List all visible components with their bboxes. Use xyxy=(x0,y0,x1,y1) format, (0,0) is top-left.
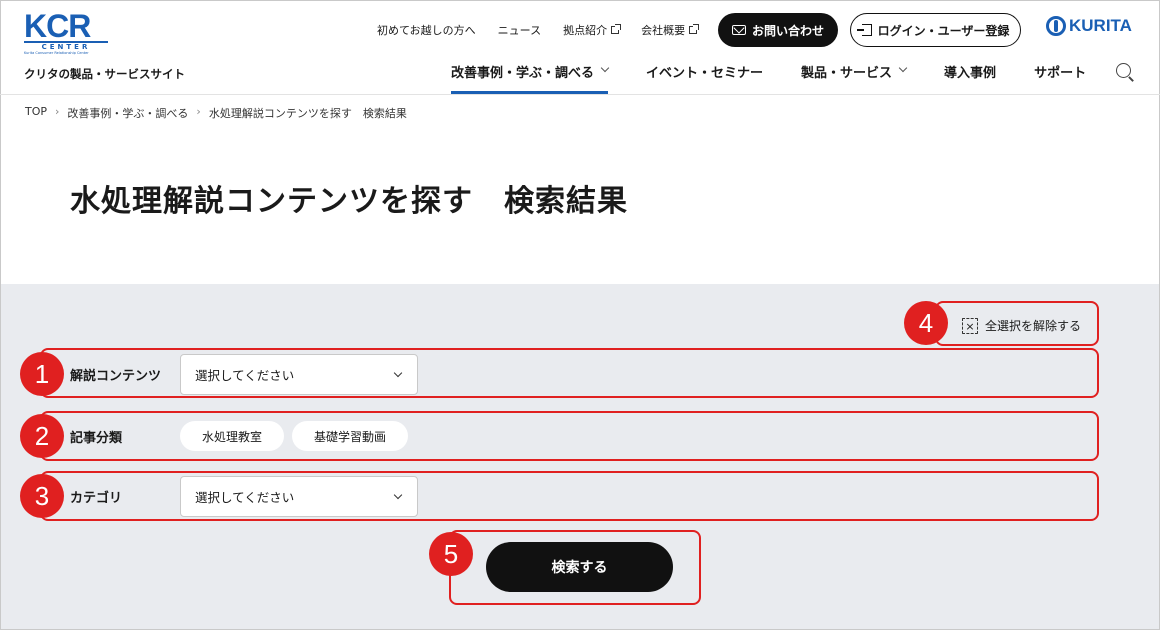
utility-nav: 初めてお越しの方へ ニュース 拠点紹介 会社概要 xyxy=(377,22,719,38)
highlight-box-5 xyxy=(449,530,701,605)
nav-item-label: 改善事例・学ぶ・調べる xyxy=(451,66,595,81)
nav-item-label: サポート xyxy=(1034,66,1087,81)
breadcrumb-item-top[interactable]: TOP xyxy=(25,105,47,121)
logo-sub-text: Kurita Consumer Relationship Center xyxy=(24,51,89,55)
kurita-mark-icon xyxy=(1046,16,1066,36)
breadcrumb-separator: › xyxy=(196,105,201,118)
breadcrumb: TOP › 改善事例・学ぶ・調べる › 水処理解説コンテンツを探す 検索結果 xyxy=(25,105,407,121)
nav-item-improvement-cases[interactable]: 改善事例・学ぶ・調べる xyxy=(451,62,610,94)
highlight-box-3 xyxy=(40,471,1099,521)
contact-button-label: お問い合わせ xyxy=(751,23,824,38)
nav-item-label: イベント・セミナー xyxy=(646,66,764,81)
annotation-badge-1: 1 xyxy=(20,352,64,396)
search-icon[interactable] xyxy=(1116,63,1131,78)
annotation-badge-3: 3 xyxy=(20,474,64,518)
main-nav: 改善事例・学ぶ・調べる イベント・セミナー 製品・サービス 導入事例 サポート xyxy=(451,62,1124,94)
nav-item-support[interactable]: サポート xyxy=(1034,62,1086,94)
logo-kcr-text: KCR xyxy=(24,8,91,44)
login-register-button[interactable]: ログイン・ユーザー登録 xyxy=(850,13,1021,47)
chevron-down-icon xyxy=(898,63,908,73)
nav-item-events[interactable]: イベント・セミナー xyxy=(646,62,763,94)
breadcrumb-item-improvement[interactable]: 改善事例・学ぶ・調べる xyxy=(67,105,188,121)
external-link-icon xyxy=(689,24,700,34)
kurita-logo-text: KURITA xyxy=(1069,16,1132,35)
util-link-company[interactable]: 会社概要 xyxy=(641,22,700,38)
external-link-icon xyxy=(611,24,622,34)
kurita-logo[interactable]: KURITA xyxy=(1046,16,1132,36)
util-link-first-visit[interactable]: 初めてお越しの方へ xyxy=(377,22,476,38)
annotation-badge-4: 4 xyxy=(904,301,948,345)
breadcrumb-separator: › xyxy=(55,105,60,118)
mail-icon xyxy=(731,25,746,35)
nav-item-case-studies[interactable]: 導入事例 xyxy=(944,62,996,94)
chevron-down-icon xyxy=(600,63,610,73)
login-button-label: ログイン・ユーザー登録 xyxy=(877,23,1010,38)
highlight-box-1 xyxy=(40,348,1099,398)
login-icon xyxy=(856,24,872,36)
util-link-label: 会社概要 xyxy=(641,24,686,37)
site-name: クリタの製品・サービスサイト xyxy=(24,67,185,81)
util-link-label: ニュース xyxy=(497,24,542,37)
highlight-box-2 xyxy=(40,411,1099,461)
nav-item-label: 導入事例 xyxy=(944,66,997,81)
util-link-news[interactable]: ニュース xyxy=(498,22,541,38)
highlight-box-4 xyxy=(935,301,1099,346)
kcr-logo[interactable]: KCR CENTER Kurita Consumer Relationship … xyxy=(24,8,108,55)
nav-item-products[interactable]: 製品・サービス xyxy=(801,62,908,94)
annotation-badge-2: 2 xyxy=(20,414,64,458)
util-link-label: 拠点紹介 xyxy=(563,24,608,37)
nav-item-label: 製品・サービス xyxy=(801,66,893,81)
breadcrumb-item-current: 水処理解説コンテンツを探す 検索結果 xyxy=(208,107,407,120)
annotation-badge-5: 5 xyxy=(429,532,473,576)
contact-button[interactable]: お問い合わせ xyxy=(718,13,838,47)
util-link-locations[interactable]: 拠点紹介 xyxy=(563,22,622,38)
page-title: 水処理解説コンテンツを探す 検索結果 xyxy=(70,184,628,219)
header-divider xyxy=(0,94,1160,95)
util-link-label: 初めてお越しの方へ xyxy=(377,24,476,37)
